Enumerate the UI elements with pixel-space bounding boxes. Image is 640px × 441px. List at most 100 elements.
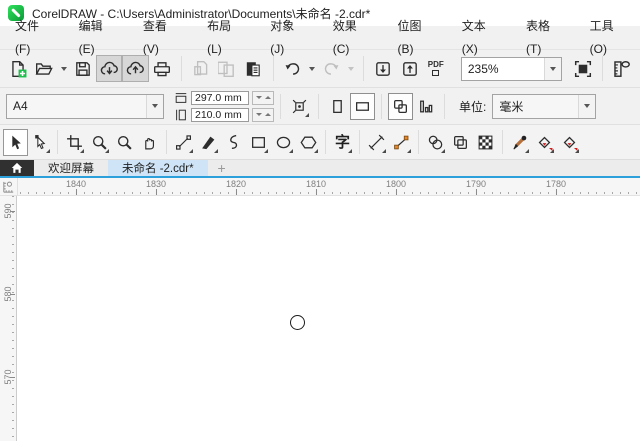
show-rulers-button[interactable] [609,55,635,82]
home-button[interactable] [0,160,34,176]
menu-object[interactable]: 对象(J) [255,15,318,61]
menu-table[interactable]: 表格(T) [511,15,575,61]
menu-effects[interactable]: 效果(C) [318,15,383,61]
shape-tool[interactable] [28,129,53,156]
page-width-input[interactable]: 297.0 mm [191,90,249,105]
zoom-level-combo[interactable]: 235% [460,56,562,81]
page-height-icon [174,108,188,122]
copy-icon [218,60,236,78]
nudge-offset-icon [291,98,308,115]
portrait-page-icon [329,98,346,115]
units-dropdown-button[interactable] [578,94,596,118]
transparency-tool[interactable] [473,129,498,156]
toolbox-separator [325,130,326,154]
tab-untitled-document[interactable]: 未命名 -2.cdr* [108,160,208,176]
new-tab-button[interactable]: + [208,160,236,176]
page-size-dropdown-button[interactable] [146,94,163,118]
menu-tools[interactable]: 工具(O) [575,15,640,61]
page-height-spinner[interactable] [252,107,274,122]
print-button[interactable] [149,55,175,82]
cut-button [188,55,214,82]
ruler-label: 1790 [465,179,487,195]
undo-button[interactable] [280,55,306,82]
chevron-down-icon [584,104,591,108]
open-dropdown-button[interactable] [57,55,70,82]
fullscreen-preview-button[interactable] [570,55,596,82]
ruler-row: 1840 1830 1820 1810 1800 1790 1780 [0,178,640,196]
smart-fill-tool[interactable] [557,129,582,156]
artistic-media-tool[interactable] [196,129,221,156]
menu-text[interactable]: 文本(X) [447,15,511,61]
fill-diamond-icon [561,134,578,151]
ruler-label: 1830 [145,179,167,195]
publish-to-pdf-button[interactable]: PDF [423,55,449,82]
zoom-dropdown-button[interactable] [543,57,561,80]
open-document-button[interactable] [31,55,57,82]
ruler-label: 1840 [65,179,87,195]
rectangle-tool[interactable] [246,129,271,156]
undo-dropdown-button[interactable] [306,55,319,82]
toolbar-separator [272,56,274,81]
ruler-major-tick [10,211,15,212]
checkerboard-icon [477,134,494,151]
text-tool-icon: 字 [334,133,350,151]
current-page-icon [417,98,434,115]
pan-tool[interactable] [137,129,162,156]
contour-icon [452,134,469,151]
dimension-tool[interactable] [364,129,389,156]
current-page-button[interactable] [413,93,438,120]
shadow-tool[interactable] [423,129,448,156]
connector-tool[interactable] [389,129,414,156]
tab-welcome-screen[interactable]: 欢迎屏幕 [34,160,108,176]
page-width-icon [174,91,188,105]
pen-tool[interactable] [221,129,246,156]
open-folder-icon [35,60,53,78]
menu-file[interactable]: 文件(F) [0,15,64,61]
export-button[interactable] [396,55,422,82]
ellipse-tool[interactable] [271,129,296,156]
landscape-orientation-button[interactable] [350,92,375,120]
page-height-input[interactable]: 210.0 mm [191,107,249,122]
circle-object[interactable] [290,315,305,330]
zoom-tool-alt[interactable] [112,129,137,156]
nudge-offset-button[interactable] [287,93,312,120]
open-from-cloud-button[interactable] [96,55,123,82]
drawing-canvas[interactable] [17,196,640,441]
contour-tool[interactable] [448,129,473,156]
toolbar-separator [180,56,182,81]
menu-layout[interactable]: 布局(L) [192,15,255,61]
save-to-cloud-button[interactable] [122,55,149,82]
vertical-ruler[interactable]: 590 580 570 [0,196,17,441]
toolbox-separator [359,130,360,154]
import-button[interactable] [370,55,396,82]
menu-bitmaps[interactable]: 位图(B) [383,15,447,61]
interactive-fill-tool[interactable] [532,129,557,156]
ruler-origin-button[interactable] [0,178,18,195]
chevron-down-icon [549,66,556,71]
menu-edit[interactable]: 编辑(E) [64,15,128,61]
new-document-button[interactable] [5,55,31,82]
zoom-level-value: 235% [467,61,499,76]
toolbar-separator [601,56,603,81]
cloud-upload-icon [126,59,145,78]
pick-tool[interactable] [3,128,28,156]
color-eyedropper-tool[interactable] [507,129,532,156]
zoom-tool[interactable] [87,129,112,156]
spinner-down-icon [255,113,262,116]
page-width-spinner[interactable] [252,90,274,105]
toolbox-separator [418,130,419,154]
all-pages-button[interactable] [388,92,413,120]
menu-view[interactable]: 查看(V) [128,15,192,61]
freehand-tool[interactable] [171,129,196,156]
fill-diamond-icon [536,134,553,151]
page-size-combo[interactable]: A4 [6,93,164,119]
units-combo[interactable]: 毫米 [492,93,597,119]
all-pages-icon [392,98,409,115]
crop-tool[interactable] [62,129,87,156]
portrait-orientation-button[interactable] [325,93,350,120]
save-button[interactable] [70,55,96,82]
text-tool[interactable]: 字 [330,129,355,156]
horizontal-ruler[interactable]: 1840 1830 1820 1810 1800 1790 1780 [18,178,640,195]
polygon-tool[interactable] [296,129,321,156]
paste-button[interactable] [240,55,266,82]
